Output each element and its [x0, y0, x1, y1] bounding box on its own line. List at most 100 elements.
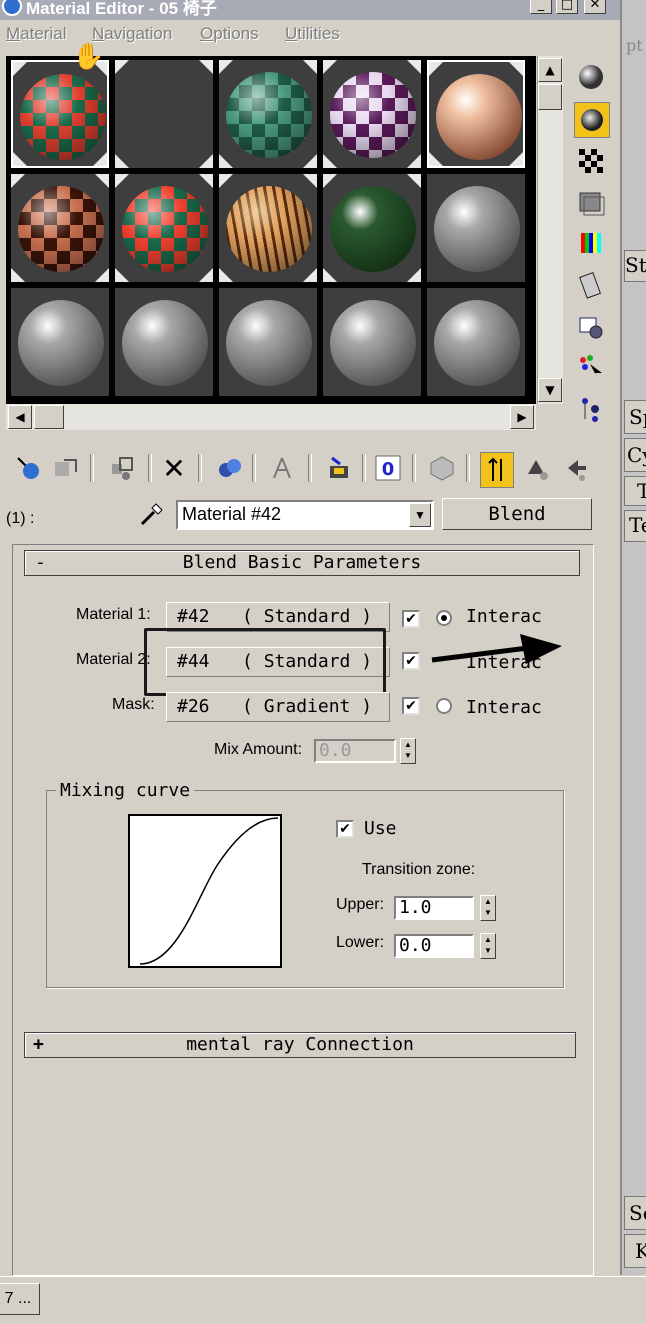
assign-to-selection-icon[interactable] — [106, 452, 138, 484]
strip-text-5: T — [637, 479, 646, 503]
scroll-down-button[interactable]: ▼ — [538, 378, 562, 402]
material-map-navigator-icon[interactable] — [574, 392, 608, 426]
sample-slot[interactable] — [219, 288, 317, 396]
menu-utilities-label: tilities — [297, 24, 340, 43]
menu-navigation[interactable]: Navigation — [92, 24, 172, 44]
sample-slot[interactable] — [427, 288, 525, 396]
slot-corner-marker — [199, 174, 213, 188]
sample-slot[interactable] — [11, 174, 109, 282]
material-2-enable-checkbox[interactable]: ✔ — [402, 652, 420, 670]
toolbar-separator — [252, 454, 256, 482]
sample-uv-tiling-icon[interactable] — [574, 186, 608, 220]
lower-input[interactable]: 0.0 — [394, 934, 474, 958]
pick-material-eyedropper-icon[interactable] — [138, 500, 166, 528]
toolbar-separator — [362, 454, 366, 482]
close-button[interactable]: ✕ — [584, 0, 606, 14]
slot-corner-marker — [323, 174, 337, 188]
mental-ray-connection-rollout[interactable]: + mental ray Connection — [24, 1032, 576, 1058]
options-icon[interactable] — [574, 310, 608, 344]
make-unique-icon[interactable] — [266, 452, 298, 484]
strip-box-1[interactable]: St — [624, 250, 646, 282]
sample-slot[interactable] — [427, 60, 525, 168]
blend-basic-parameters-rollout[interactable]: - Blend Basic Parameters — [24, 550, 580, 576]
scroll-thumb[interactable] — [538, 84, 562, 110]
material-name-dropdown[interactable]: Material #42 ▼ — [176, 500, 434, 530]
make-copy-icon[interactable] — [214, 452, 246, 484]
toolbar-separator — [90, 454, 94, 482]
sample-slot[interactable] — [219, 174, 317, 282]
slot-corner-marker — [219, 174, 233, 188]
scroll-left-button[interactable]: ◀ — [8, 405, 32, 429]
upper-spinner[interactable]: ▲ ▼ — [480, 895, 496, 921]
scroll-right-button[interactable]: ▶ — [510, 405, 534, 429]
strip-box-5[interactable]: Te — [624, 510, 646, 542]
sample-slot[interactable] — [115, 60, 213, 168]
strip-box-2[interactable]: Sp — [624, 400, 646, 434]
minimize-button[interactable]: _ — [530, 0, 552, 14]
show-map-in-viewport-icon[interactable] — [426, 452, 458, 484]
strip-box-7[interactable]: K — [624, 1234, 646, 1268]
material-id-channel-icon[interactable]: 0 — [372, 452, 404, 484]
material-sphere-icon — [226, 72, 312, 158]
menu-material[interactable]: Material — [6, 24, 66, 44]
sample-slot[interactable] — [115, 174, 213, 282]
slot-corner-marker — [115, 60, 129, 74]
mix-amount-input[interactable]: 0.0 — [314, 739, 396, 763]
sample-slot[interactable] — [11, 60, 109, 168]
show-end-result-icon[interactable] — [480, 452, 514, 488]
slot-corner-marker — [219, 154, 233, 168]
material-sphere-icon — [436, 74, 522, 160]
material-toolbar: ✕ 0 — [0, 446, 620, 490]
lower-spinner[interactable]: ▲ ▼ — [480, 933, 496, 959]
select-by-material-icon[interactable] — [574, 350, 608, 384]
use-curve-checkbox[interactable]: ✔ — [336, 820, 354, 838]
toolbar-separator — [198, 454, 202, 482]
video-color-check-icon[interactable] — [574, 226, 608, 260]
hscroll-thumb[interactable] — [34, 405, 64, 429]
toolbar-separator — [412, 454, 416, 482]
mask-interactive-label: Interac — [466, 697, 542, 718]
mask-interactive-radio[interactable] — [436, 698, 452, 714]
taskbar-button[interactable]: 7 ... — [0, 1283, 40, 1315]
chevron-down-icon[interactable]: ▼ — [409, 503, 431, 527]
go-to-parent-icon[interactable] — [520, 452, 552, 484]
mix-amount-spinner[interactable]: ▲ ▼ — [400, 738, 416, 764]
material-sphere-icon — [434, 300, 520, 386]
put-to-library-icon[interactable] — [322, 452, 354, 484]
sample-horizontal-scrollbar[interactable]: ◀ ▶ — [6, 404, 536, 430]
material-sphere-icon — [20, 74, 106, 160]
backlight-icon[interactable] — [574, 102, 610, 138]
slot-corner-marker — [11, 174, 25, 188]
sample-slot[interactable] — [427, 174, 525, 282]
strip-box-6[interactable]: Se — [624, 1196, 646, 1230]
mask-enable-checkbox[interactable]: ✔ — [402, 697, 420, 715]
sample-slot[interactable] — [323, 288, 421, 396]
material-1-interactive-radio[interactable] — [436, 610, 452, 626]
menu-options[interactable]: Options — [200, 24, 259, 44]
scroll-up-button[interactable]: ▲ — [538, 58, 562, 82]
reset-map-icon[interactable]: ✕ — [158, 452, 190, 485]
make-preview-icon[interactable] — [574, 268, 608, 302]
strip-box-4[interactable]: T — [624, 476, 646, 506]
sample-slot[interactable] — [115, 288, 213, 396]
material-type-button[interactable]: Blend — [442, 498, 592, 530]
mask-label: Mask: — [112, 696, 155, 713]
background-checker-icon[interactable] — [574, 144, 608, 178]
material-1-enable-checkbox[interactable]: ✔ — [402, 610, 420, 628]
put-to-scene-icon[interactable] — [50, 452, 82, 484]
get-material-icon[interactable] — [12, 452, 44, 484]
upper-input[interactable]: 1.0 — [394, 896, 474, 920]
sample-slot[interactable] — [323, 60, 421, 168]
sample-slot[interactable] — [219, 60, 317, 168]
strip-text-7: Se — [629, 1201, 646, 1225]
menu-options-label: ptions — [213, 24, 259, 43]
sample-slot[interactable] — [323, 174, 421, 282]
sample-slot[interactable] — [11, 288, 109, 396]
sample-vertical-scrollbar[interactable]: ▲ ▼ — [537, 56, 563, 404]
mask-slot-button[interactable]: #26 ( Gradient ) — [166, 692, 390, 722]
go-forward-to-sibling-icon[interactable] — [560, 452, 592, 484]
sample-type-sphere-icon[interactable] — [574, 60, 608, 94]
maximize-button[interactable]: □ — [556, 0, 578, 14]
menu-utilities[interactable]: Utilities — [285, 24, 340, 44]
strip-box-3[interactable]: Cyl — [624, 438, 646, 472]
